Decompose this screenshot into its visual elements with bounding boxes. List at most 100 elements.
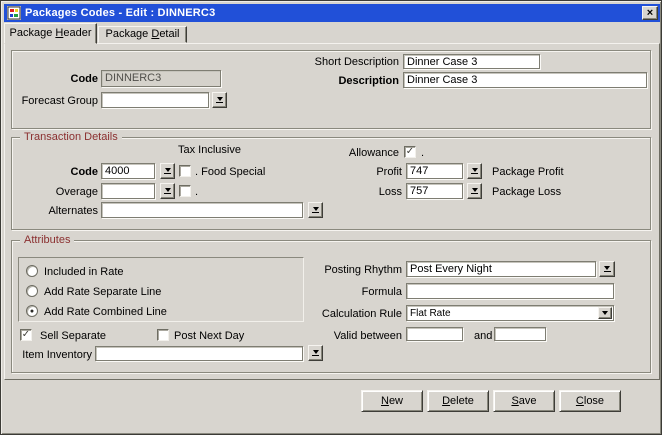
attributes-groupbox: Attributes Included in Rate Add Rate Sep… [11,234,651,373]
transaction-code-field[interactable]: 4000 [101,163,155,179]
button-label-accel: C [575,395,584,407]
window-title: Packages Codes - Edit : DINNERC3 [25,7,216,19]
calculation-rule-label: Calculation Rule [321,308,402,320]
code-label: Code [70,73,99,85]
tab-label: Package [105,28,152,40]
item-inventory-field[interactable] [95,346,303,361]
new-button[interactable]: New [361,390,423,412]
formula-field[interactable] [406,283,614,299]
allowance-suffix: . [421,147,425,159]
add-rate-combined-line-radio[interactable]: ● [26,305,38,317]
add-rate-separate-line-label: Add Rate Separate Line [44,286,162,298]
overage-field[interactable] [101,183,155,199]
save-button[interactable]: Save [493,390,555,412]
valid-from-field[interactable] [406,327,463,341]
item-inventory-label: Item Inventory [22,349,92,361]
package-loss-label: Package Loss [492,186,562,198]
checkmark: ✓ [405,146,415,157]
calculation-rule-value: Flat Rate [410,308,451,319]
button-label-accel: D [442,395,451,407]
delete-button[interactable]: Delete [427,390,489,412]
formula-label: Formula [361,286,402,298]
sell-separate-label: Sell Separate [40,330,107,342]
overage-checkbox[interactable] [179,185,191,197]
forecast-group-lov-button[interactable] [212,92,227,108]
short-description-field[interactable]: Dinner Case 3 [403,54,540,69]
lov-bar-icon [471,173,478,174]
lov-bar-icon [603,271,611,272]
lov-bar-icon [312,212,319,213]
calculation-rule-combobox[interactable]: Flat Rate [406,305,614,321]
alternates-label: Alternates [48,205,98,217]
add-rate-separate-line-radio[interactable] [26,285,38,297]
profit-label: Profit [376,166,402,178]
profit-field[interactable]: 747 [406,163,463,179]
profit-lov-button[interactable] [467,163,482,179]
loss-label: Loss [378,186,402,198]
lov-bar-icon [312,355,319,356]
checkmark: ✓ [21,329,31,340]
tab-label: etail [159,28,180,40]
allowance-label: Allowance [348,147,399,159]
close-button[interactable]: × [642,6,658,20]
and-label: and [474,330,493,342]
lov-down-icon [164,168,171,172]
item-inventory-lov-button[interactable] [308,345,323,361]
close-icon: × [646,7,654,19]
tab-package-header[interactable]: Package Header [4,23,97,44]
description-label: Description [338,75,399,87]
tax-inclusive-label: Tax Inclusive [178,144,241,156]
lov-down-icon [164,188,171,192]
combo-dropdown-button[interactable] [598,307,612,319]
sell-separate-checkbox[interactable]: ✓ [20,329,32,341]
radio-dot: ● [29,308,35,315]
packages-codes-window: Packages Codes - Edit : DINNERC3 × Packa… [0,0,662,435]
lov-down-icon [471,168,478,172]
food-special-checkbox[interactable] [179,165,191,177]
tab-label: Package [9,27,56,39]
lov-down-icon [604,266,610,270]
overage-checkbox-label: . [195,186,199,198]
lov-bar-icon [216,102,223,103]
title-bar: Packages Codes - Edit : DINNERC3 × [4,4,660,22]
transaction-code-lov-button[interactable] [160,163,175,179]
lov-bar-icon [471,193,478,194]
button-label: ew [388,395,403,407]
button-label: ave [518,395,537,407]
post-next-day-checkbox[interactable] [157,329,169,341]
valid-to-field[interactable] [494,327,546,341]
attributes-title: Attributes [20,234,75,246]
description-field[interactable]: Dinner Case 3 [403,72,647,88]
alternates-lov-button[interactable] [308,202,323,218]
lov-bar-icon [164,193,171,194]
posting-rhythm-lov-button[interactable] [599,261,615,277]
alternates-field[interactable] [101,202,303,218]
lov-down-icon [312,207,319,211]
tab-package-detail[interactable]: Package Detail [98,26,187,43]
header-groupbox: Code DINNERC3 Forecast Group Short Descr… [11,50,651,129]
code-field: DINNERC3 [101,70,221,87]
included-in-rate-label: Included in Rate [44,266,124,278]
posting-rhythm-field[interactable]: Post Every Night [406,261,596,277]
loss-field[interactable]: 757 [406,183,463,199]
close-button-bottom[interactable]: Close [559,390,621,412]
forecast-group-label: Forecast Group [21,95,98,107]
lov-down-icon [312,350,319,354]
included-in-rate-radio[interactable] [26,265,38,277]
post-next-day-label: Post Next Day [174,330,245,342]
button-label: lose [583,395,605,407]
short-description-label: Short Description [314,56,399,68]
loss-lov-button[interactable] [467,183,482,199]
transaction-code-label: Code [70,166,99,178]
overage-label: Overage [55,186,98,198]
chevron-down-icon [602,311,608,315]
button-label: elete [450,395,474,407]
forecast-group-field[interactable] [101,92,209,108]
overage-lov-button[interactable] [160,183,175,199]
transaction-details-groupbox: Transaction Details Tax Inclusive Code 4… [11,131,651,230]
button-label-accel: N [380,395,389,407]
posting-rhythm-label: Posting Rhythm [324,264,402,276]
allowance-checkbox[interactable]: ✓ [404,146,416,158]
lov-down-icon [471,188,478,192]
food-special-label: . Food Special [195,166,266,178]
